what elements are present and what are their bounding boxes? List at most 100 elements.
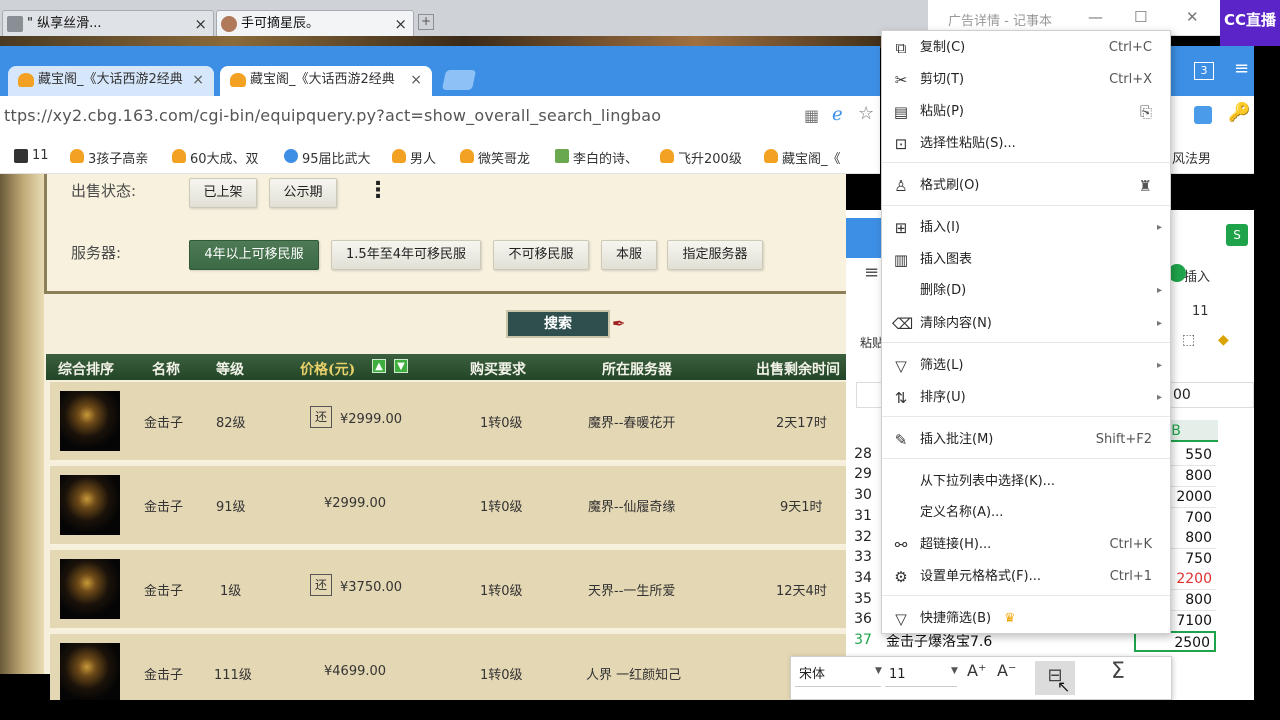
menu-item-hyperlink[interactable]: ⚯ 超链接(H)... Ctrl+K (882, 530, 1170, 560)
grow-font-button[interactable]: A⁺ (967, 661, 986, 680)
chevron-down-icon[interactable]: ▼ (951, 666, 958, 676)
bookmark-item[interactable]: 风法男 (1172, 148, 1211, 167)
font-size-select[interactable]: 11 (885, 663, 957, 687)
table-row[interactable]: 金击子 111级 ¥4699.00 1转0级 人界 一红颜知己 5天 (50, 634, 846, 703)
menu-item-sort[interactable]: ⇅ 排序(U) ▸ (882, 383, 1170, 413)
menu-item-filter[interactable]: ▽ 筛选(L) ▸ (882, 351, 1170, 381)
row-number[interactable]: 32 (846, 529, 880, 545)
item-thumbnail[interactable] (60, 475, 120, 535)
bookmark-item[interactable]: 男人 (392, 148, 436, 167)
menu-item-define-name[interactable]: 定义名称(A)... (882, 498, 1170, 528)
menu-item-format-painter[interactable]: ♙ 格式刷(O) ♜ (882, 171, 1170, 201)
browser-tab-2[interactable]: 藏宝阁_《大话西游2经典 × (220, 66, 432, 96)
server-option-1-5yr[interactable]: 1.5年至4年可移民服 (331, 240, 481, 270)
item-name[interactable]: 金击子 (144, 412, 183, 431)
font-size-box[interactable]: 11 (1192, 304, 1209, 319)
menu-item-paste[interactable]: ▤ 粘贴(P) ⎘ (882, 97, 1170, 127)
chevron-down-icon[interactable]: ▼ (875, 666, 882, 676)
bookmark-item[interactable]: 95届比武大 (284, 148, 371, 167)
url-text[interactable]: ttps://xy2.cbg.163.com/cgi-bin/equipquer… (4, 106, 661, 125)
insert-tab[interactable]: 插入 (1184, 266, 1210, 285)
border-icon[interactable]: ⬚ (1182, 332, 1195, 348)
sort-desc-icon[interactable]: ▼ (394, 359, 408, 373)
search-button[interactable]: 搜索 (506, 310, 610, 338)
tab-counter-icon[interactable]: 3 (1194, 62, 1214, 80)
shrink-font-button[interactable]: A⁻ (997, 661, 1016, 680)
row-number[interactable]: 34 (846, 570, 880, 586)
menu-item-insert-comment[interactable]: ✎ 插入批注(M) Shift+F2 (882, 425, 1170, 455)
menu-item-paste-special[interactable]: ⊡ 选择性粘贴(S)... (882, 129, 1170, 159)
font-name-select[interactable]: 宋体 (795, 663, 881, 687)
menu-item-clear[interactable]: ⌫ 清除内容(N) ▸ (882, 309, 1170, 339)
close-icon[interactable]: × (410, 66, 422, 94)
cell-a37[interactable]: 金击子爆洛宝7.6 (882, 632, 1134, 652)
minimize-icon[interactable]: — (1088, 8, 1103, 26)
table-row[interactable]: 金击子 91级 ¥2999.00 1转0级 魔界--仙履奇缘 9天1时 (50, 466, 846, 546)
menu-item-delete[interactable]: 删除(D) ▸ (882, 276, 1170, 306)
bookmark-item[interactable]: 60大成、双 (172, 148, 259, 167)
row-number[interactable]: 30 (846, 487, 880, 503)
item-thumbnail[interactable] (60, 391, 120, 451)
col-sort[interactable]: 综合排序 (58, 359, 114, 379)
row-number[interactable]: 37 (846, 632, 880, 648)
new-tab-icon[interactable]: + (418, 14, 434, 30)
extension-icon[interactable] (1194, 106, 1212, 124)
server-option-no-migrate[interactable]: 不可移民服 (493, 240, 589, 270)
server-option-this[interactable]: 本服 (601, 240, 657, 270)
fill-color-icon[interactable]: ◆ (1218, 332, 1229, 348)
close-icon[interactable]: × (192, 66, 204, 94)
new-tab-button[interactable] (441, 70, 477, 90)
browser-tab-1[interactable]: 藏宝阁_《大话西游2经典 × (8, 66, 214, 96)
item-thumbnail[interactable] (60, 559, 120, 619)
bookmark-item[interactable]: 藏宝阁_《 (764, 148, 841, 167)
sort-asc-icon[interactable]: ▲ (372, 359, 386, 373)
star-icon[interactable]: ☆ (858, 103, 874, 124)
row-number[interactable]: 33 (846, 549, 880, 565)
close-icon[interactable]: ✕ (1186, 8, 1199, 26)
bookmark-item[interactable]: 李白的诗、 (555, 148, 638, 167)
col-time-left[interactable]: 出售剩余时间 (756, 359, 840, 379)
row-number[interactable]: 31 (846, 508, 880, 524)
menu-item-insert-chart[interactable]: ▥ 插入图表 (882, 245, 1170, 275)
outer-tab-2[interactable]: 手可摘星辰。 × (216, 10, 414, 36)
row-number[interactable]: 36 (846, 611, 880, 627)
menu-item-cut[interactable]: ✂ 剪切(T) Ctrl+X (882, 65, 1170, 95)
bookmark-item[interactable]: 微笑哥龙 (460, 148, 530, 167)
compat-mode-icon[interactable]: ℯ (832, 104, 843, 125)
row-number[interactable]: 35 (846, 591, 880, 607)
cell-b37-selected[interactable]: 2500 (1134, 631, 1216, 652)
status-listed-button[interactable]: 已上架 (189, 178, 257, 208)
item-thumbnail[interactable] (60, 643, 120, 703)
row-number[interactable]: 29 (846, 466, 880, 482)
server-option-4yr[interactable]: 4年以上可移民服 (189, 240, 319, 270)
menu-item-quick-filter[interactable]: ▽ 快捷筛选(B) ♛ (882, 604, 1170, 634)
bookmark-item[interactable]: 飞升200级 (660, 148, 742, 167)
menu-item-format-cells[interactable]: ⚙ 设置单元格格式(F)... Ctrl+1 (882, 562, 1170, 592)
table-row[interactable]: 金击子 1级 还 ¥3750.00 1转0级 天界--一生所爱 12天4时 (50, 550, 846, 630)
autosum-icon[interactable]: Σ (1111, 659, 1125, 684)
close-icon[interactable]: × (394, 11, 407, 36)
more-icon[interactable]: ⋮ (367, 178, 389, 203)
menu-icon[interactable]: ≡ (1234, 58, 1249, 79)
item-name[interactable]: 金击子 (144, 496, 183, 515)
spreadsheet-home-tab[interactable] (846, 218, 886, 258)
bookmark-item[interactable]: 11 (14, 148, 49, 163)
bookmark-item[interactable]: 3孩子高亲 (70, 148, 148, 167)
paste-options-icon[interactable]: ⎘ (1140, 97, 1152, 127)
item-name[interactable]: 金击子 (144, 580, 183, 599)
key-icon[interactable]: 🔑 (1228, 102, 1250, 123)
outer-tab-1[interactable]: " 纵享丝滑... × (2, 10, 214, 36)
row-number[interactable]: 28 (846, 446, 880, 462)
menu-item-copy[interactable]: ⧉ 复制(C) Ctrl+C (882, 33, 1170, 63)
col-price[interactable]: 价格(元) (300, 359, 355, 379)
menu-icon[interactable]: ≡ (864, 262, 879, 283)
server-option-specify[interactable]: 指定服务器 (667, 240, 763, 270)
menu-item-insert[interactable]: ⊞ 插入(I) ▸ (882, 213, 1170, 243)
menu-item-pick-from-list[interactable]: 从下拉列表中选择(K)... (882, 467, 1170, 497)
close-icon[interactable]: × (194, 11, 207, 36)
maximize-icon[interactable]: ☐ (1134, 8, 1147, 26)
qr-code-icon[interactable]: ▦ (804, 106, 819, 125)
status-preview-button[interactable]: 公示期 (269, 178, 337, 208)
col-level[interactable]: 等级 (216, 359, 244, 379)
table-row[interactable]: 金击子 82级 还 ¥2999.00 1转0级 魔界--春暖花开 2天17时 (50, 382, 846, 462)
